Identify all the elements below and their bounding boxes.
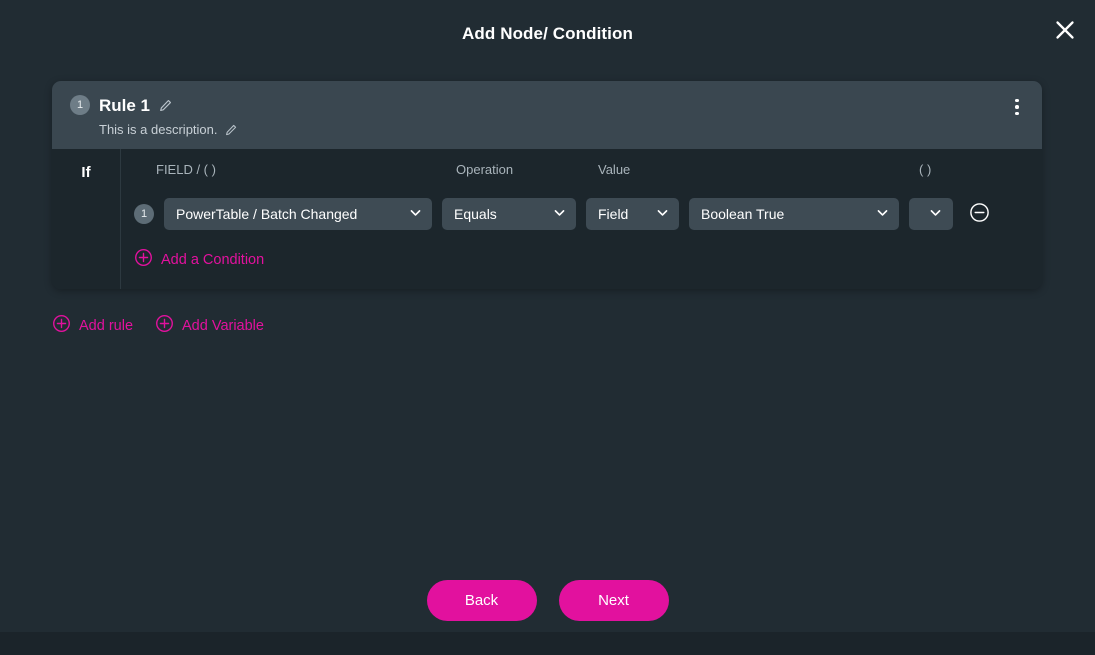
rule-number-badge: 1 — [70, 95, 90, 115]
rule-card-body: If FIELD / ( ) Operation Value ( ) 1 Pow… — [52, 149, 1042, 289]
rule-actions: Add rule Add Variable — [52, 314, 264, 337]
close-icon — [1054, 19, 1076, 41]
rule-title-row: 1 Rule 1 — [70, 94, 1026, 116]
next-button[interactable]: Next — [558, 580, 669, 621]
value-dropdown-value: Boolean True — [701, 206, 785, 222]
column-header-field: FIELD / ( ) — [156, 162, 216, 177]
close-button[interactable] — [1045, 10, 1085, 50]
add-rule-label: Add rule — [79, 317, 134, 334]
circle-minus-icon — [969, 202, 990, 226]
chevron-down-icon — [409, 206, 422, 222]
rule-card-header: 1 Rule 1 This is a description. — [52, 81, 1042, 149]
condition-number-badge: 1 — [134, 204, 154, 224]
bottom-strip — [0, 632, 1095, 655]
edit-rule-title-icon[interactable] — [159, 99, 172, 112]
field-dropdown[interactable]: PowerTable / Batch Changed — [164, 198, 432, 230]
column-header-value: Value — [598, 162, 631, 177]
chevron-down-icon — [929, 206, 942, 222]
chevron-down-icon — [656, 206, 669, 222]
chevron-down-icon — [876, 206, 889, 222]
edit-rule-description-icon[interactable] — [225, 124, 237, 136]
circle-plus-icon — [52, 314, 71, 337]
chevron-down-icon — [553, 206, 566, 222]
rule-card: 1 Rule 1 This is a description. If FIELD… — [52, 81, 1042, 289]
value-dropdown[interactable]: Boolean True — [689, 198, 899, 230]
condition-row: 1 PowerTable / Batch Changed Equals Fiel… — [121, 198, 1042, 230]
add-condition-button[interactable]: Add a Condition — [134, 248, 264, 271]
paren-dropdown[interactable] — [909, 198, 953, 230]
circle-plus-icon — [134, 248, 153, 271]
add-rule-button[interactable]: Add rule — [52, 314, 133, 337]
value-type-dropdown[interactable]: Field — [586, 198, 679, 230]
rule-title: Rule 1 — [99, 95, 151, 115]
circle-plus-icon — [155, 314, 174, 337]
rule-description: This is a description. — [99, 122, 218, 137]
value-type-dropdown-value: Field — [598, 206, 629, 222]
back-button[interactable]: Back — [426, 580, 537, 621]
dialog-footer: Back Next — [0, 580, 1095, 621]
remove-condition-button[interactable] — [967, 202, 991, 226]
add-variable-label: Add Variable — [182, 317, 264, 334]
add-condition-label: Add a Condition — [161, 251, 265, 268]
operation-dropdown-value: Equals — [454, 206, 497, 222]
if-label: If — [81, 164, 91, 181]
field-dropdown-value: PowerTable / Batch Changed — [176, 206, 358, 222]
column-header-operation: Operation — [456, 162, 514, 177]
page-title: Add Node/ Condition — [462, 24, 633, 43]
conditions-column: FIELD / ( ) Operation Value ( ) 1 PowerT… — [121, 149, 1042, 289]
kebab-menu-icon[interactable] — [1006, 94, 1028, 120]
condition-column-headers: FIELD / ( ) Operation Value ( ) — [121, 162, 1042, 184]
add-variable-button[interactable]: Add Variable — [155, 314, 264, 337]
if-column: If — [52, 149, 121, 289]
operation-dropdown[interactable]: Equals — [442, 198, 576, 230]
column-header-paren: ( ) — [919, 162, 932, 177]
rule-description-row: This is a description. — [70, 123, 1026, 136]
